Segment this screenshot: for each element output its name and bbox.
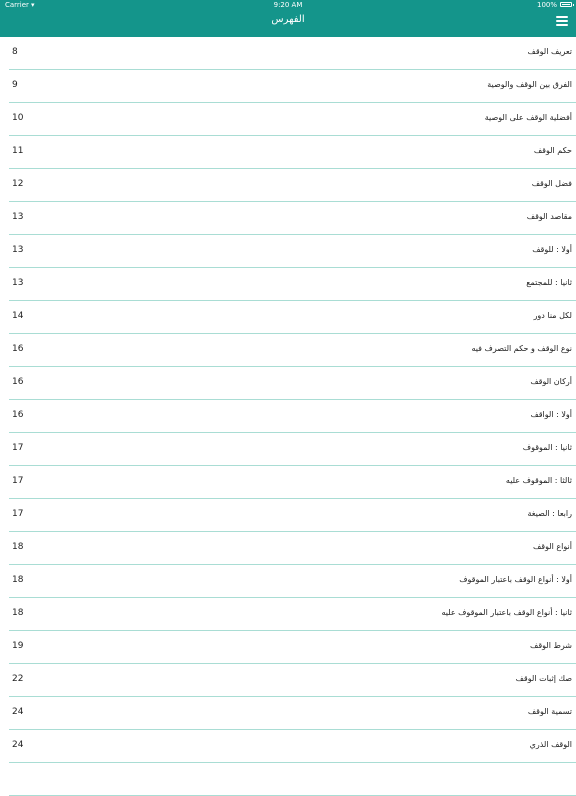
list-item[interactable]: حكم الوقف 11 <box>9 136 576 169</box>
toc-item-title: صك إثبات الوقف <box>515 674 572 683</box>
list-item[interactable]: ثانيا : أنواع الوقف باعتبار الموقوف عليه… <box>9 598 576 631</box>
toc-item-page-number: 10 <box>12 113 24 123</box>
list-item[interactable]: أفضلية الوقف على الوصية 10 <box>9 103 576 136</box>
list-item[interactable]: أركان الوقف 16 <box>9 367 576 400</box>
toc-item-page-number: 18 <box>12 575 24 585</box>
toc-item-title: أنواع الوقف <box>532 542 572 551</box>
battery-percent: 100% <box>536 1 557 9</box>
status-bar: Carrier ▾ 9:20 AM 100% <box>0 0 576 10</box>
list-item[interactable]: لكل منا دور 14 <box>9 301 576 334</box>
toc-item-title: أولا : للوقف <box>532 245 572 254</box>
toc-item-title: مقاصد الوقف <box>526 212 572 221</box>
toc-item-title: شرط الوقف <box>530 641 572 650</box>
toc-item-title: لكل منا دور <box>533 311 572 320</box>
list-item[interactable]: شرط الوقف 19 <box>9 631 576 664</box>
toc-item-title: الفرق بين الوقف والوصية <box>487 80 572 89</box>
toc-item-title: أفضلية الوقف على الوصية <box>484 113 572 122</box>
toc-item-page-number: 11 <box>12 146 24 156</box>
toc-item-page-number: 16 <box>12 377 24 387</box>
toc-item-page-number: 17 <box>12 509 24 519</box>
list-item[interactable]: أولا : للوقف 13 <box>9 235 576 268</box>
list-item[interactable]: أولا : الواقف 16 <box>9 400 576 433</box>
toc-item-page-number: 16 <box>12 410 24 420</box>
table-of-contents-list: تعريف الوقف 8 الفرق بين الوقف والوصية 9 أفضل… <box>9 37 576 796</box>
toc-item-title: أولا : أنواع الوقف باعتبار الموقوف <box>459 575 572 584</box>
list-item[interactable]: ثالثا : الموقوف عليه 17 <box>9 466 576 499</box>
toc-item-title: فضل الوقف <box>531 179 572 188</box>
list-item[interactable]: ثانيا : الموقوف 17 <box>9 433 576 466</box>
toc-item-title: ثانيا : أنواع الوقف باعتبار الموقوف عليه <box>441 608 572 617</box>
list-item[interactable]: الوقف الذري 24 <box>9 730 576 763</box>
toc-item-page-number: 12 <box>12 179 24 189</box>
list-item[interactable]: الفرق بين الوقف والوصية 9 <box>9 70 576 103</box>
toc-item-page-number: 13 <box>12 212 24 222</box>
toc-item-page-number: 18 <box>12 608 24 618</box>
toc-item-title: أركان الوقف <box>530 377 572 386</box>
toc-item-page-number: 8 <box>12 47 18 57</box>
toc-item-page-number: 24 <box>12 740 24 750</box>
status-time: 9:20 AM <box>273 1 303 9</box>
hamburger-menu-icon[interactable] <box>556 16 568 26</box>
toc-item-title: تسمية الوقف <box>527 707 572 716</box>
list-item[interactable]: فضل الوقف 12 <box>9 169 576 202</box>
list-item[interactable]: صك إثبات الوقف 22 <box>9 664 576 697</box>
navigation-bar: Carrier ▾ 9:20 AM 100% الفهرس <box>0 0 576 37</box>
toc-item-page-number: 9 <box>12 80 18 90</box>
toc-item-page-number: 22 <box>12 674 24 684</box>
list-item[interactable]: ثانيا : للمجتمع 13 <box>9 268 576 301</box>
list-item[interactable]: نوع الوقف و حكم التصرف فيه 16 <box>9 334 576 367</box>
list-item[interactable]: تعريف الوقف 8 <box>9 37 576 70</box>
battery-icon <box>560 2 574 7</box>
toc-item-page-number: 18 <box>12 542 24 552</box>
toc-item-title: حكم الوقف <box>533 146 572 155</box>
toc-item-page-number: 19 <box>12 641 24 651</box>
list-item[interactable]: أنواع الوقف 18 <box>9 532 576 565</box>
toc-item-page-number: 17 <box>12 476 24 486</box>
list-item[interactable]: رابعا : الصيغة 17 <box>9 499 576 532</box>
toc-item-title: رابعا : الصيغة <box>527 509 572 518</box>
toc-item-title: ثانيا : الموقوف <box>522 443 572 452</box>
toc-item-title: أولا : الواقف <box>530 410 572 419</box>
toc-item-page-number: 13 <box>12 245 24 255</box>
toc-item-page-number: 16 <box>12 344 24 354</box>
page-title: الفهرس <box>271 14 305 25</box>
list-item[interactable]: تسمية الوقف 24 <box>9 697 576 730</box>
toc-item-title: نوع الوقف و حكم التصرف فيه <box>471 344 572 353</box>
toc-item-page-number: 17 <box>12 443 24 453</box>
toc-item-title: ثانيا : للمجتمع <box>526 278 572 287</box>
toc-item-title: تعريف الوقف <box>527 47 572 56</box>
list-item[interactable]: أولا : أنواع الوقف باعتبار الموقوف 18 <box>9 565 576 598</box>
toc-item-title: الوقف الذري <box>529 740 572 749</box>
toc-item-page-number: 24 <box>12 707 24 717</box>
toc-item-page-number: 13 <box>12 278 24 288</box>
list-item[interactable]: مقاصد الوقف 13 <box>9 202 576 235</box>
toc-item-title: ثالثا : الموقوف عليه <box>505 476 572 485</box>
toc-item-page-number: 14 <box>12 311 24 321</box>
